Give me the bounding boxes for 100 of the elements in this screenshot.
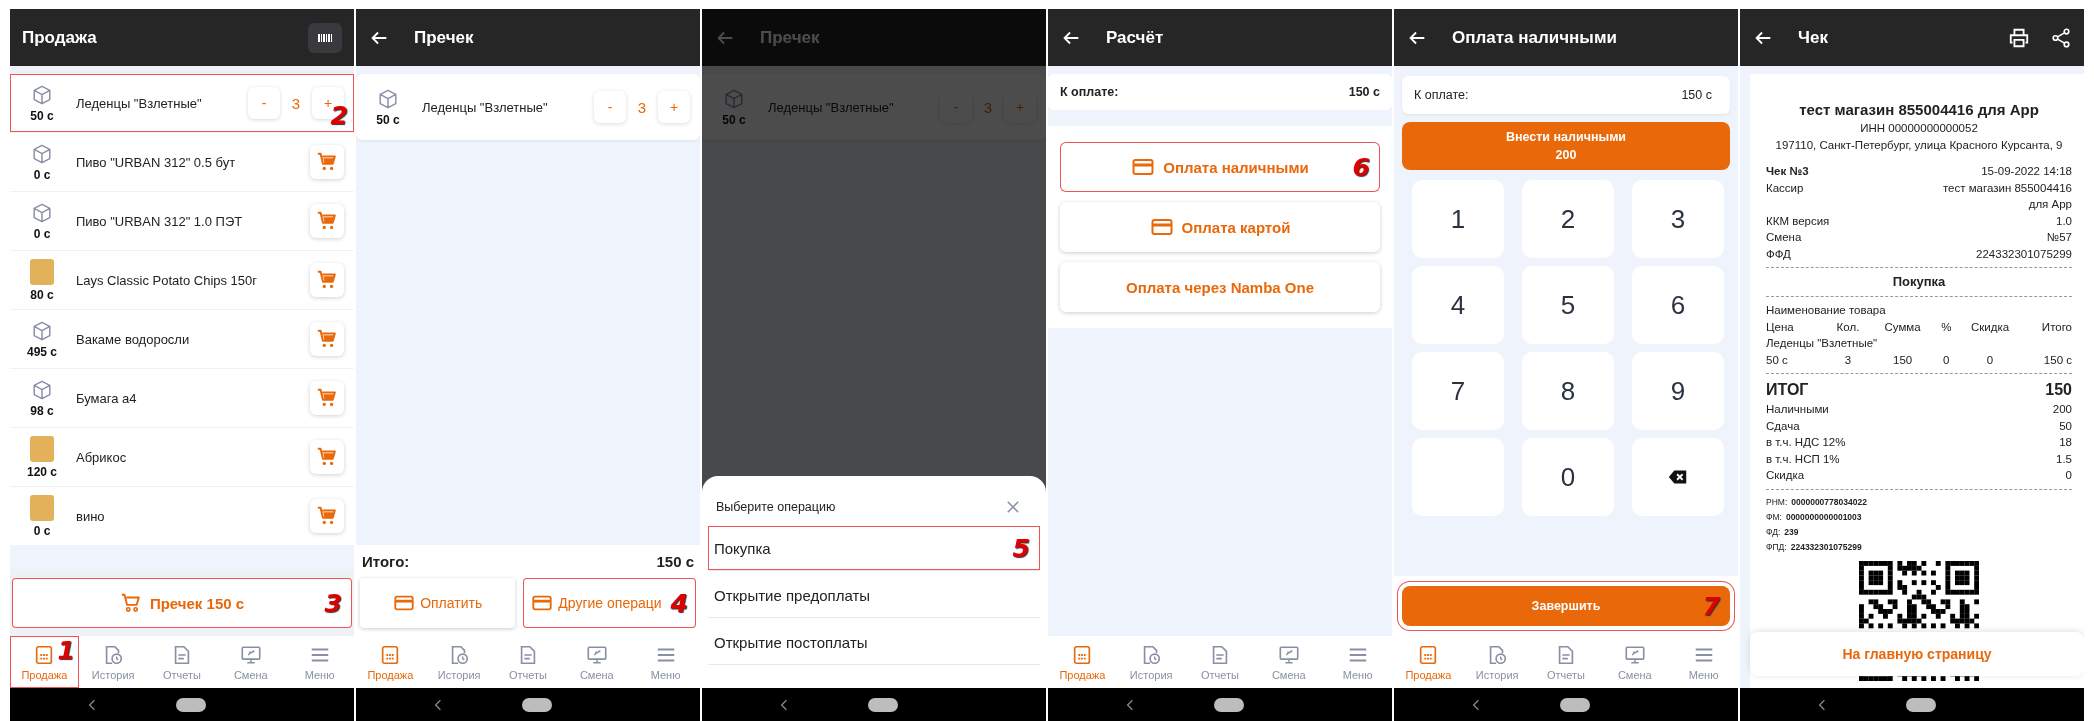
total-value: 150 с <box>656 553 694 570</box>
receipt-label: ФФД <box>1766 246 1791 262</box>
table-cell-text: 0 <box>1985 352 1995 368</box>
back-chevron-icon[interactable] <box>1818 698 1826 711</box>
keypad-key[interactable]: 6 <box>1632 266 1724 344</box>
keypad-key[interactable]: 7 <box>1412 352 1504 430</box>
action-button[interactable]: Другие операци 4 <box>523 578 696 628</box>
monitor-icon <box>585 643 608 666</box>
receipt-value: 50 <box>2059 418 2072 434</box>
fiscal-value: 0000000000001003 <box>1785 510 1862 524</box>
back-chevron-icon[interactable] <box>1472 698 1480 711</box>
back-chevron-icon[interactable] <box>434 698 442 711</box>
cart-icon <box>316 269 338 291</box>
cart-icon <box>316 151 338 173</box>
add-to-cart-button[interactable] <box>310 204 344 238</box>
product-name: Абрикос <box>76 449 128 465</box>
decrease-button[interactable]: - <box>594 91 626 123</box>
fiscal-value: 0000000778034022 <box>1791 495 1867 509</box>
table-cell-text: 3 <box>1843 352 1853 368</box>
add-to-cart-button[interactable] <box>310 381 344 415</box>
product-price: 50 с <box>30 108 54 123</box>
action-button[interactable]: Оплатить <box>360 578 516 628</box>
screen-title: Пречек <box>760 27 820 48</box>
fiscal-label: РНМ: <box>1766 495 1788 509</box>
receipt-label: Скидка <box>1766 468 1805 483</box>
keypad-key[interactable]: 1 <box>1412 180 1504 258</box>
product-name: Пиво "URBAN 312" 0.5 бут <box>76 154 237 170</box>
close-icon[interactable] <box>1004 498 1022 516</box>
table-cell-text: 0 <box>1942 352 1951 368</box>
product-row[interactable]: 0 с вино <box>10 487 354 545</box>
product-row[interactable]: 495 с Вакаме водоросли <box>10 310 354 368</box>
back-chevron-icon[interactable] <box>1126 698 1134 711</box>
product-row[interactable]: 120 с Абрикос <box>10 428 354 486</box>
total-value: 150 <box>2045 380 2072 400</box>
amount-due-label: К оплате: <box>1060 85 1119 99</box>
screen-title: Расчёт <box>1106 27 1164 48</box>
home-pill-icon[interactable] <box>1560 697 1590 712</box>
table-cell-text: 150 с <box>2042 352 2072 368</box>
product-price: 0 с <box>33 167 51 182</box>
product-row[interactable]: 98 с Бумага а4 <box>10 369 354 427</box>
keypad-key[interactable]: 3 <box>1632 180 1724 258</box>
add-to-cart-button[interactable] <box>310 322 344 356</box>
product-row[interactable]: 80 с Lays Classic Potato Chips 150г <box>10 251 354 309</box>
nav-tab[interactable]: Продажа 1 <box>10 636 79 688</box>
receipt-value: №57 <box>2046 230 2072 245</box>
payment-method-button[interactable]: Оплата наличными 6 <box>1060 142 1380 192</box>
keypad-key[interactable]: 5 <box>1522 266 1614 344</box>
back-chevron-icon[interactable] <box>780 698 788 711</box>
receipt-value: 224332301075299 <box>1976 246 2072 262</box>
payment-method-button[interactable]: Оплата картой <box>1060 202 1380 252</box>
printer-icon[interactable] <box>2008 26 2030 49</box>
back-chevron-icon[interactable] <box>88 698 96 711</box>
home-pill-icon[interactable] <box>522 697 552 712</box>
sheet-title: Выберите операцию <box>716 500 836 514</box>
receipt-value: 1.5 <box>2056 451 2072 467</box>
product-row[interactable]: 50 с Леденцы "Взлетные" - 3 + <box>356 74 700 140</box>
deposit-cash-button[interactable]: Внести наличными 200 <box>1402 122 1730 170</box>
product-name: Леденцы "Взлетные" <box>76 95 203 111</box>
product-row[interactable]: 0 с Пиво "URBAN 312" 0.5 бут <box>10 133 354 191</box>
keypad-key[interactable]: 0 <box>1522 438 1614 516</box>
keypad-key[interactable]: 8 <box>1522 352 1614 430</box>
table-cell-text: 50 с <box>1766 352 1789 368</box>
monitor-icon <box>1623 643 1646 666</box>
receipt-value: 15-09-2022 14:18 <box>1981 164 2072 179</box>
store-name: тест магазин 855004416 для App <box>1798 100 2040 120</box>
add-to-cart-button[interactable] <box>310 440 344 474</box>
precheck-button[interactable]: Пречек 150 с 3 <box>12 578 352 628</box>
home-page-button[interactable]: На главную страницу <box>1750 632 2084 676</box>
table-cell-text: 150 <box>1892 352 1914 368</box>
operation-option[interactable]: Покупка 5 <box>708 526 1040 571</box>
increase-button[interactable]: + <box>658 91 690 123</box>
step-number: 6 <box>1352 154 1370 180</box>
home-pill-icon[interactable] <box>1906 697 1936 712</box>
product-name: вино <box>76 508 106 524</box>
product-name: Пиво "URBAN 312" 1.0 ПЭТ <box>76 213 244 229</box>
home-pill-icon[interactable] <box>868 697 898 712</box>
barcode-scan-button[interactable] <box>308 22 342 53</box>
product-row[interactable]: 0 с Пиво "URBAN 312" 1.0 ПЭТ <box>10 192 354 250</box>
keypad-key[interactable]: 9 <box>1632 352 1724 430</box>
column-heading: Сумма <box>1883 319 1922 335</box>
cart-icon <box>119 592 142 614</box>
product-price: 0 с <box>33 523 51 538</box>
keypad-key[interactable]: 2 <box>1522 180 1614 258</box>
product-name: Вакаме водоросли <box>76 331 191 347</box>
add-to-cart-button[interactable] <box>310 263 344 297</box>
add-to-cart-button[interactable] <box>310 499 344 533</box>
home-pill-icon[interactable] <box>1214 697 1244 712</box>
step-number: 5 <box>1012 535 1030 561</box>
home-pill-icon[interactable] <box>176 697 206 712</box>
receipt-label: Наличными <box>1766 402 1829 417</box>
payment-method-button[interactable]: Оплата через Namba One <box>1060 262 1380 312</box>
cart-icon <box>316 387 338 409</box>
share-icon[interactable] <box>2050 26 2072 49</box>
add-to-cart-button[interactable] <box>310 145 344 179</box>
backspace-key[interactable] <box>1632 438 1724 516</box>
cart-icon <box>316 210 338 232</box>
decrease-button[interactable]: - <box>248 87 280 119</box>
keypad-key[interactable]: 4 <box>1412 266 1504 344</box>
total-label: Итого: <box>362 553 410 570</box>
product-row[interactable]: 50 с Леденцы "Взлетные" - 3 +2 <box>10 74 354 132</box>
